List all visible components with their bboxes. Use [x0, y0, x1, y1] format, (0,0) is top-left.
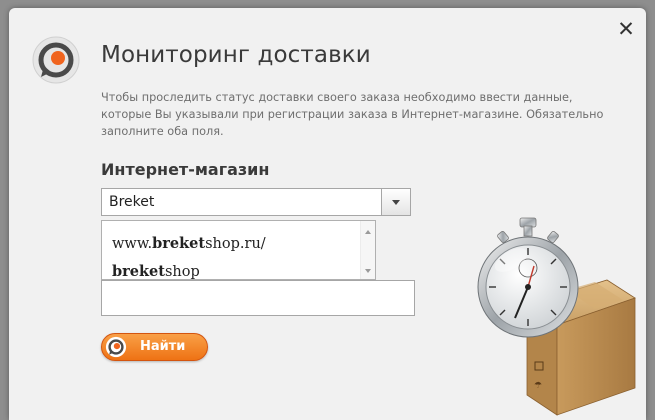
option-text-match: breket — [112, 263, 165, 280]
find-button-label[interactable]: Найти — [140, 339, 185, 354]
close-icon[interactable]: ✕ — [617, 17, 635, 41]
shop-select[interactable]: Breket — [101, 188, 411, 216]
suggestion-option-2[interactable]: breketshop — [112, 263, 200, 280]
stopwatch-box-illustration: ☂ — [477, 217, 636, 416]
shop-select-value[interactable]: Breket — [109, 194, 154, 210]
close-button[interactable]: ✕ — [616, 17, 636, 41]
find-button[interactable]: Найти — [101, 333, 208, 361]
shop-field-label: Интернет-магазин — [101, 160, 270, 179]
logo-icon — [32, 36, 80, 84]
dialog-description: Чтобы проследить статус доставки своего … — [101, 91, 604, 138]
dropdown-scrollbar[interactable] — [360, 221, 375, 279]
shop-suggestion-list: www.breketshop.ru/ breketshop — [101, 220, 376, 280]
option-text-match: breket — [152, 235, 206, 252]
option-text-suffix: shop — [164, 264, 200, 280]
scroll-up-arrow-icon[interactable] — [365, 230, 371, 234]
svg-text:☂: ☂ — [534, 381, 542, 391]
tracking-dialog: ✕ Мониторинг доставки Чтобы проследить с… — [9, 8, 646, 420]
dialog-title: Мониторинг доставки — [101, 42, 371, 68]
order-number-input[interactable] — [101, 280, 415, 316]
logo-icon — [105, 336, 127, 358]
suggestion-option-1[interactable]: www.breketshop.ru/ — [112, 235, 266, 252]
chevron-down-icon[interactable] — [381, 189, 410, 215]
option-text-prefix: www. — [112, 236, 153, 252]
option-text-suffix: shop.ru/ — [205, 236, 266, 252]
scroll-down-arrow-icon[interactable] — [365, 269, 371, 273]
